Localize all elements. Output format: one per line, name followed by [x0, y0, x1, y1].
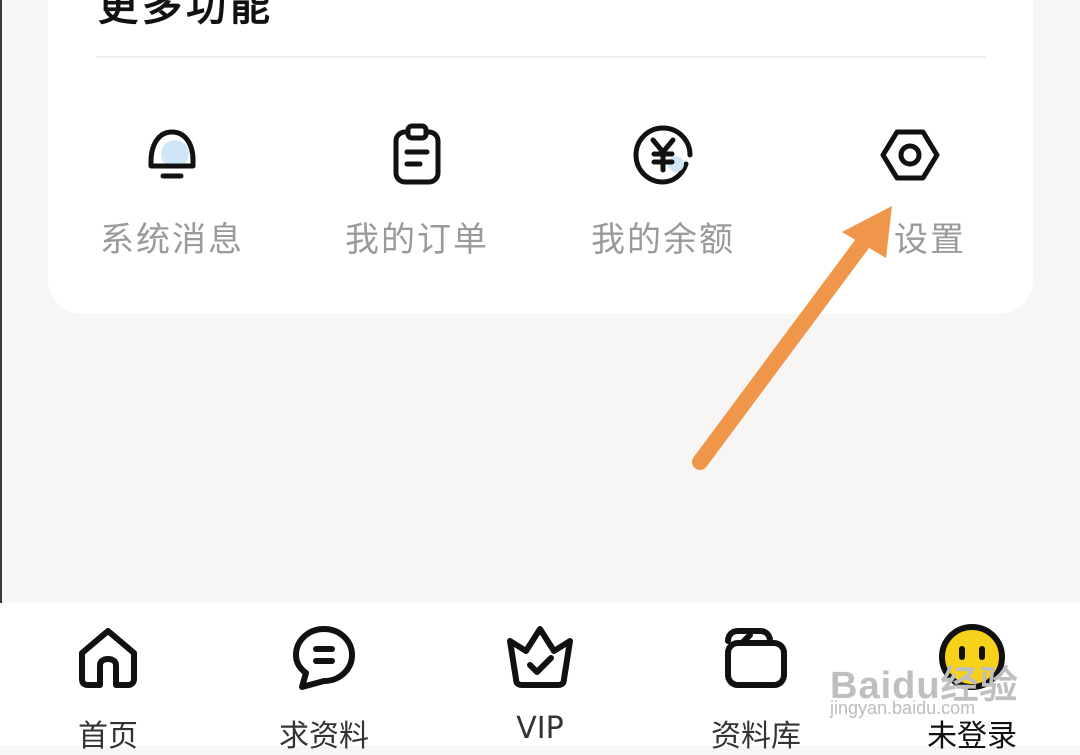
bell-icon [148, 129, 196, 179]
tab-label: 首页 [78, 719, 138, 754]
watermark-sub: jingyan.baidu.com [830, 698, 976, 718]
tab-label: VIP [516, 711, 564, 746]
function-settings[interactable]: 设置 [790, 112, 1030, 272]
function-label: 我的订单 [345, 220, 489, 260]
function-my-orders[interactable]: 我的订单 [297, 112, 537, 272]
divider [96, 56, 986, 58]
gear-icon [880, 129, 940, 181]
yen-wallet-icon [633, 125, 693, 185]
crown-icon [507, 626, 573, 688]
tab-vip[interactable]: VIP [460, 603, 620, 746]
function-label: 我的余额 [591, 220, 735, 260]
home-icon [79, 628, 137, 688]
tab-home[interactable]: 首页 [28, 603, 188, 754]
function-label: 系统消息 [100, 220, 244, 260]
clipboard-icon [393, 123, 441, 185]
function-system-messages[interactable]: 系统消息 [52, 112, 292, 272]
tab-label: 求资料 [279, 719, 369, 754]
tab-library[interactable]: 资料库 [676, 603, 836, 754]
function-my-balance[interactable]: 我的余额 [543, 112, 783, 272]
folder-icon [725, 628, 787, 688]
tab-label: 资料库 [711, 719, 801, 754]
section-title: 更多功能 [98, 0, 274, 30]
tab-request-materials[interactable]: 求资料 [244, 603, 404, 754]
function-label: 设置 [894, 220, 966, 260]
chat-icon [293, 626, 355, 690]
